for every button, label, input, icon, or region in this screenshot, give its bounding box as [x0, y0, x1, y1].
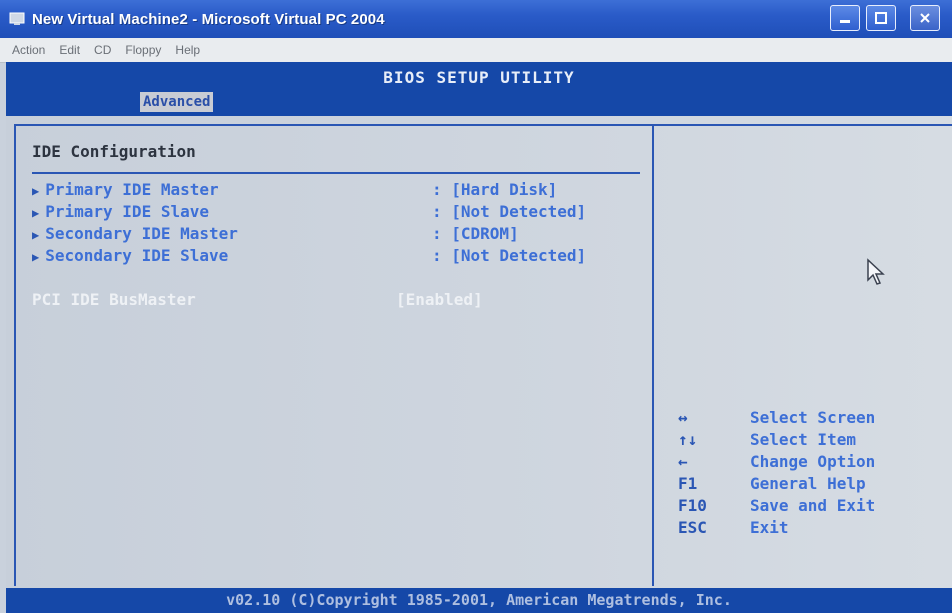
- help-pane: ↔ Select Screen ↑↓ Select Item ← Change …: [654, 124, 952, 588]
- setting-primary-ide-slave[interactable]: ▶ Primary IDE Slave : [Not Detected]: [32, 202, 586, 221]
- menu-cd[interactable]: CD: [94, 43, 111, 57]
- help-desc: General Help: [750, 474, 866, 493]
- menu-bar: Action Edit CD Floppy Help: [0, 38, 952, 63]
- setting-label: Secondary IDE Master: [45, 224, 238, 243]
- setting-value: : [Not Detected]: [432, 246, 587, 265]
- setting-secondary-ide-slave[interactable]: ▶ Secondary IDE Slave : [Not Detected]: [32, 246, 586, 265]
- help-key: ↔: [678, 408, 688, 427]
- setting-primary-ide-master[interactable]: ▶ Primary IDE Master : [Hard Disk]: [32, 180, 557, 199]
- help-key: F1: [678, 474, 698, 493]
- help-desc: Exit: [750, 518, 789, 537]
- menu-edit[interactable]: Edit: [59, 43, 80, 57]
- window-titlebar: New Virtual Machine2 - Microsoft Virtual…: [0, 0, 952, 38]
- vpc-icon: [8, 10, 26, 28]
- setting-label: Secondary IDE Slave: [45, 246, 229, 265]
- help-desc: Change Option: [750, 452, 876, 471]
- setting-secondary-ide-master[interactable]: ▶ Secondary IDE Master : [CDROM]: [32, 224, 519, 243]
- setting-label: PCI IDE BusMaster: [32, 290, 196, 309]
- tab-advanced[interactable]: Advanced: [140, 92, 214, 112]
- minimize-icon[interactable]: [830, 5, 860, 31]
- help-desc: Select Item: [750, 430, 856, 449]
- help-desc: Select Screen: [750, 408, 876, 427]
- submenu-arrow-icon: ▶: [32, 184, 40, 198]
- submenu-arrow-icon: ▶: [32, 250, 40, 264]
- setting-pci-ide-busmaster[interactable]: PCI IDE BusMaster [Enabled]: [32, 290, 483, 309]
- setting-value: : [Hard Disk]: [432, 180, 558, 199]
- bios-header: BIOS SETUP UTILITY Advanced: [6, 62, 952, 116]
- mouse-cursor-icon: [866, 258, 886, 290]
- submenu-arrow-icon: ▶: [32, 228, 40, 242]
- setting-value: [Enabled]: [396, 290, 483, 309]
- close-icon[interactable]: [910, 5, 940, 31]
- settings-pane: IDE Configuration ▶ Primary IDE Master : …: [14, 124, 654, 586]
- setting-label: Primary IDE Slave: [45, 202, 209, 221]
- divider: [32, 172, 640, 174]
- menu-help[interactable]: Help: [175, 43, 200, 57]
- help-key: ESC: [678, 518, 707, 537]
- submenu-arrow-icon: ▶: [32, 206, 40, 220]
- window-title: New Virtual Machine2 - Microsoft Virtual…: [32, 10, 385, 28]
- bios-main-panel: IDE Configuration ▶ Primary IDE Master : …: [6, 116, 952, 588]
- maximize-icon[interactable]: [866, 5, 896, 31]
- bios-title: BIOS SETUP UTILITY: [383, 68, 575, 87]
- setting-value: : [Not Detected]: [432, 202, 587, 221]
- help-key: ↑↓: [678, 430, 698, 449]
- help-key: ←: [678, 452, 688, 471]
- setting-label: Primary IDE Master: [45, 180, 219, 199]
- help-desc: Save and Exit: [750, 496, 876, 515]
- help-key: F10: [678, 496, 707, 515]
- menu-floppy[interactable]: Floppy: [125, 43, 161, 57]
- section-title: IDE Configuration: [32, 142, 196, 161]
- menu-action[interactable]: Action: [12, 43, 45, 57]
- setting-value: : [CDROM]: [432, 224, 519, 243]
- copyright-footer: v02.10 (C)Copyright 1985-2001, American …: [6, 588, 952, 613]
